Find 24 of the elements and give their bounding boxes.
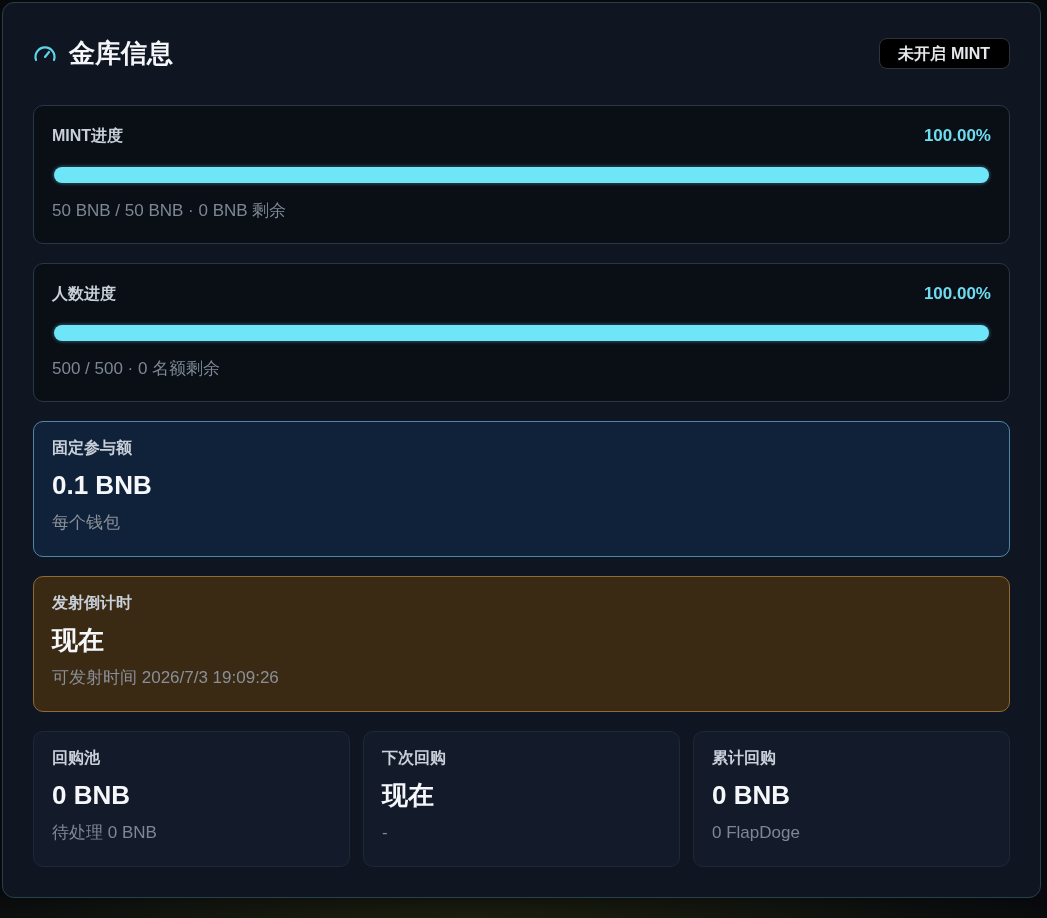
stat-label: 累计回购: [712, 748, 777, 768]
progress-label: 人数进度: [52, 284, 116, 304]
card-note: 每个钱包: [52, 512, 121, 534]
stat-label: 下次回购: [382, 748, 447, 768]
card-label: 固定参与额: [52, 438, 133, 458]
card-note: 可发射时间 2026/7/3 19:09:26: [52, 667, 280, 689]
card-label: 发射倒计时: [52, 593, 133, 613]
panel-title: 金库信息: [69, 37, 173, 69]
stat-value: 现在: [382, 780, 435, 810]
stat-note: 0 FlapDoge: [712, 822, 801, 844]
stat-value: 0 BNB: [712, 780, 791, 810]
stat-note: -: [382, 822, 389, 844]
progress-label: MINT进度: [52, 126, 124, 146]
gauge-icon: [33, 44, 57, 62]
status-badge: 未开启 MINT: [879, 37, 1010, 69]
stat-value: 0 BNB: [52, 780, 131, 810]
progress-detail: 50 BNB / 50 BNB · 0 BNB 剩余: [52, 200, 288, 222]
card-value: 现在: [52, 625, 105, 655]
progress-percent: 100.00%: [923, 284, 991, 304]
card-value: 0.1 BNB: [52, 470, 153, 500]
progress-detail: 500 / 500 · 0 名额剩余: [52, 358, 222, 380]
progress-percent: 100.00%: [923, 126, 991, 146]
stat-label: 回购池: [52, 748, 101, 768]
stat-note: 待处理 0 BNB: [52, 822, 158, 844]
